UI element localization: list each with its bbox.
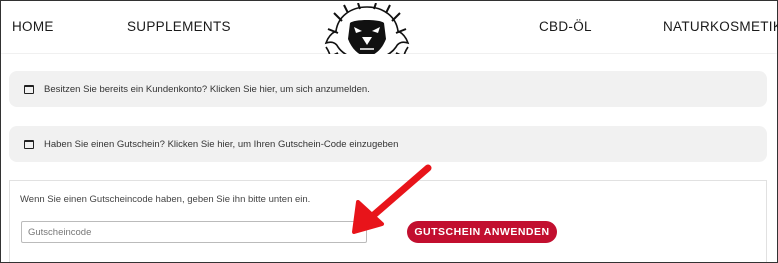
nav-naturkosmetik-link[interactable]: NATURKOSMETIK: [663, 19, 778, 34]
checkout-content: Besitzen Sie bereits ein Kundenkonto? Kl…: [1, 54, 777, 262]
coupon-notice[interactable]: Haben Sie einen Gutschein? Klicken Sie h…: [9, 126, 767, 162]
apply-coupon-button[interactable]: GUTSCHEIN ANWENDEN: [407, 221, 557, 243]
coupon-info-text: Wenn Sie einen Gutscheincode haben, gebe…: [20, 194, 311, 205]
login-notice-text: Besitzen Sie bereits ein Kundenkonto? Kl…: [44, 83, 370, 95]
nav-home-link[interactable]: HOME: [12, 19, 54, 34]
window-icon: [24, 84, 34, 94]
window-icon: [24, 139, 34, 149]
coupon-form: Wenn Sie einen Gutscheincode haben, gebe…: [9, 180, 767, 262]
coupon-notice-text: Haben Sie einen Gutschein? Klicken Sie h…: [44, 138, 399, 150]
coupon-code-input[interactable]: [21, 221, 367, 243]
login-notice[interactable]: Besitzen Sie bereits ein Kundenkonto? Kl…: [9, 71, 767, 107]
nav-supplements-link[interactable]: SUPPLEMENTS: [127, 19, 231, 34]
nav-cbd-link[interactable]: CBD-ÖL: [539, 19, 592, 34]
